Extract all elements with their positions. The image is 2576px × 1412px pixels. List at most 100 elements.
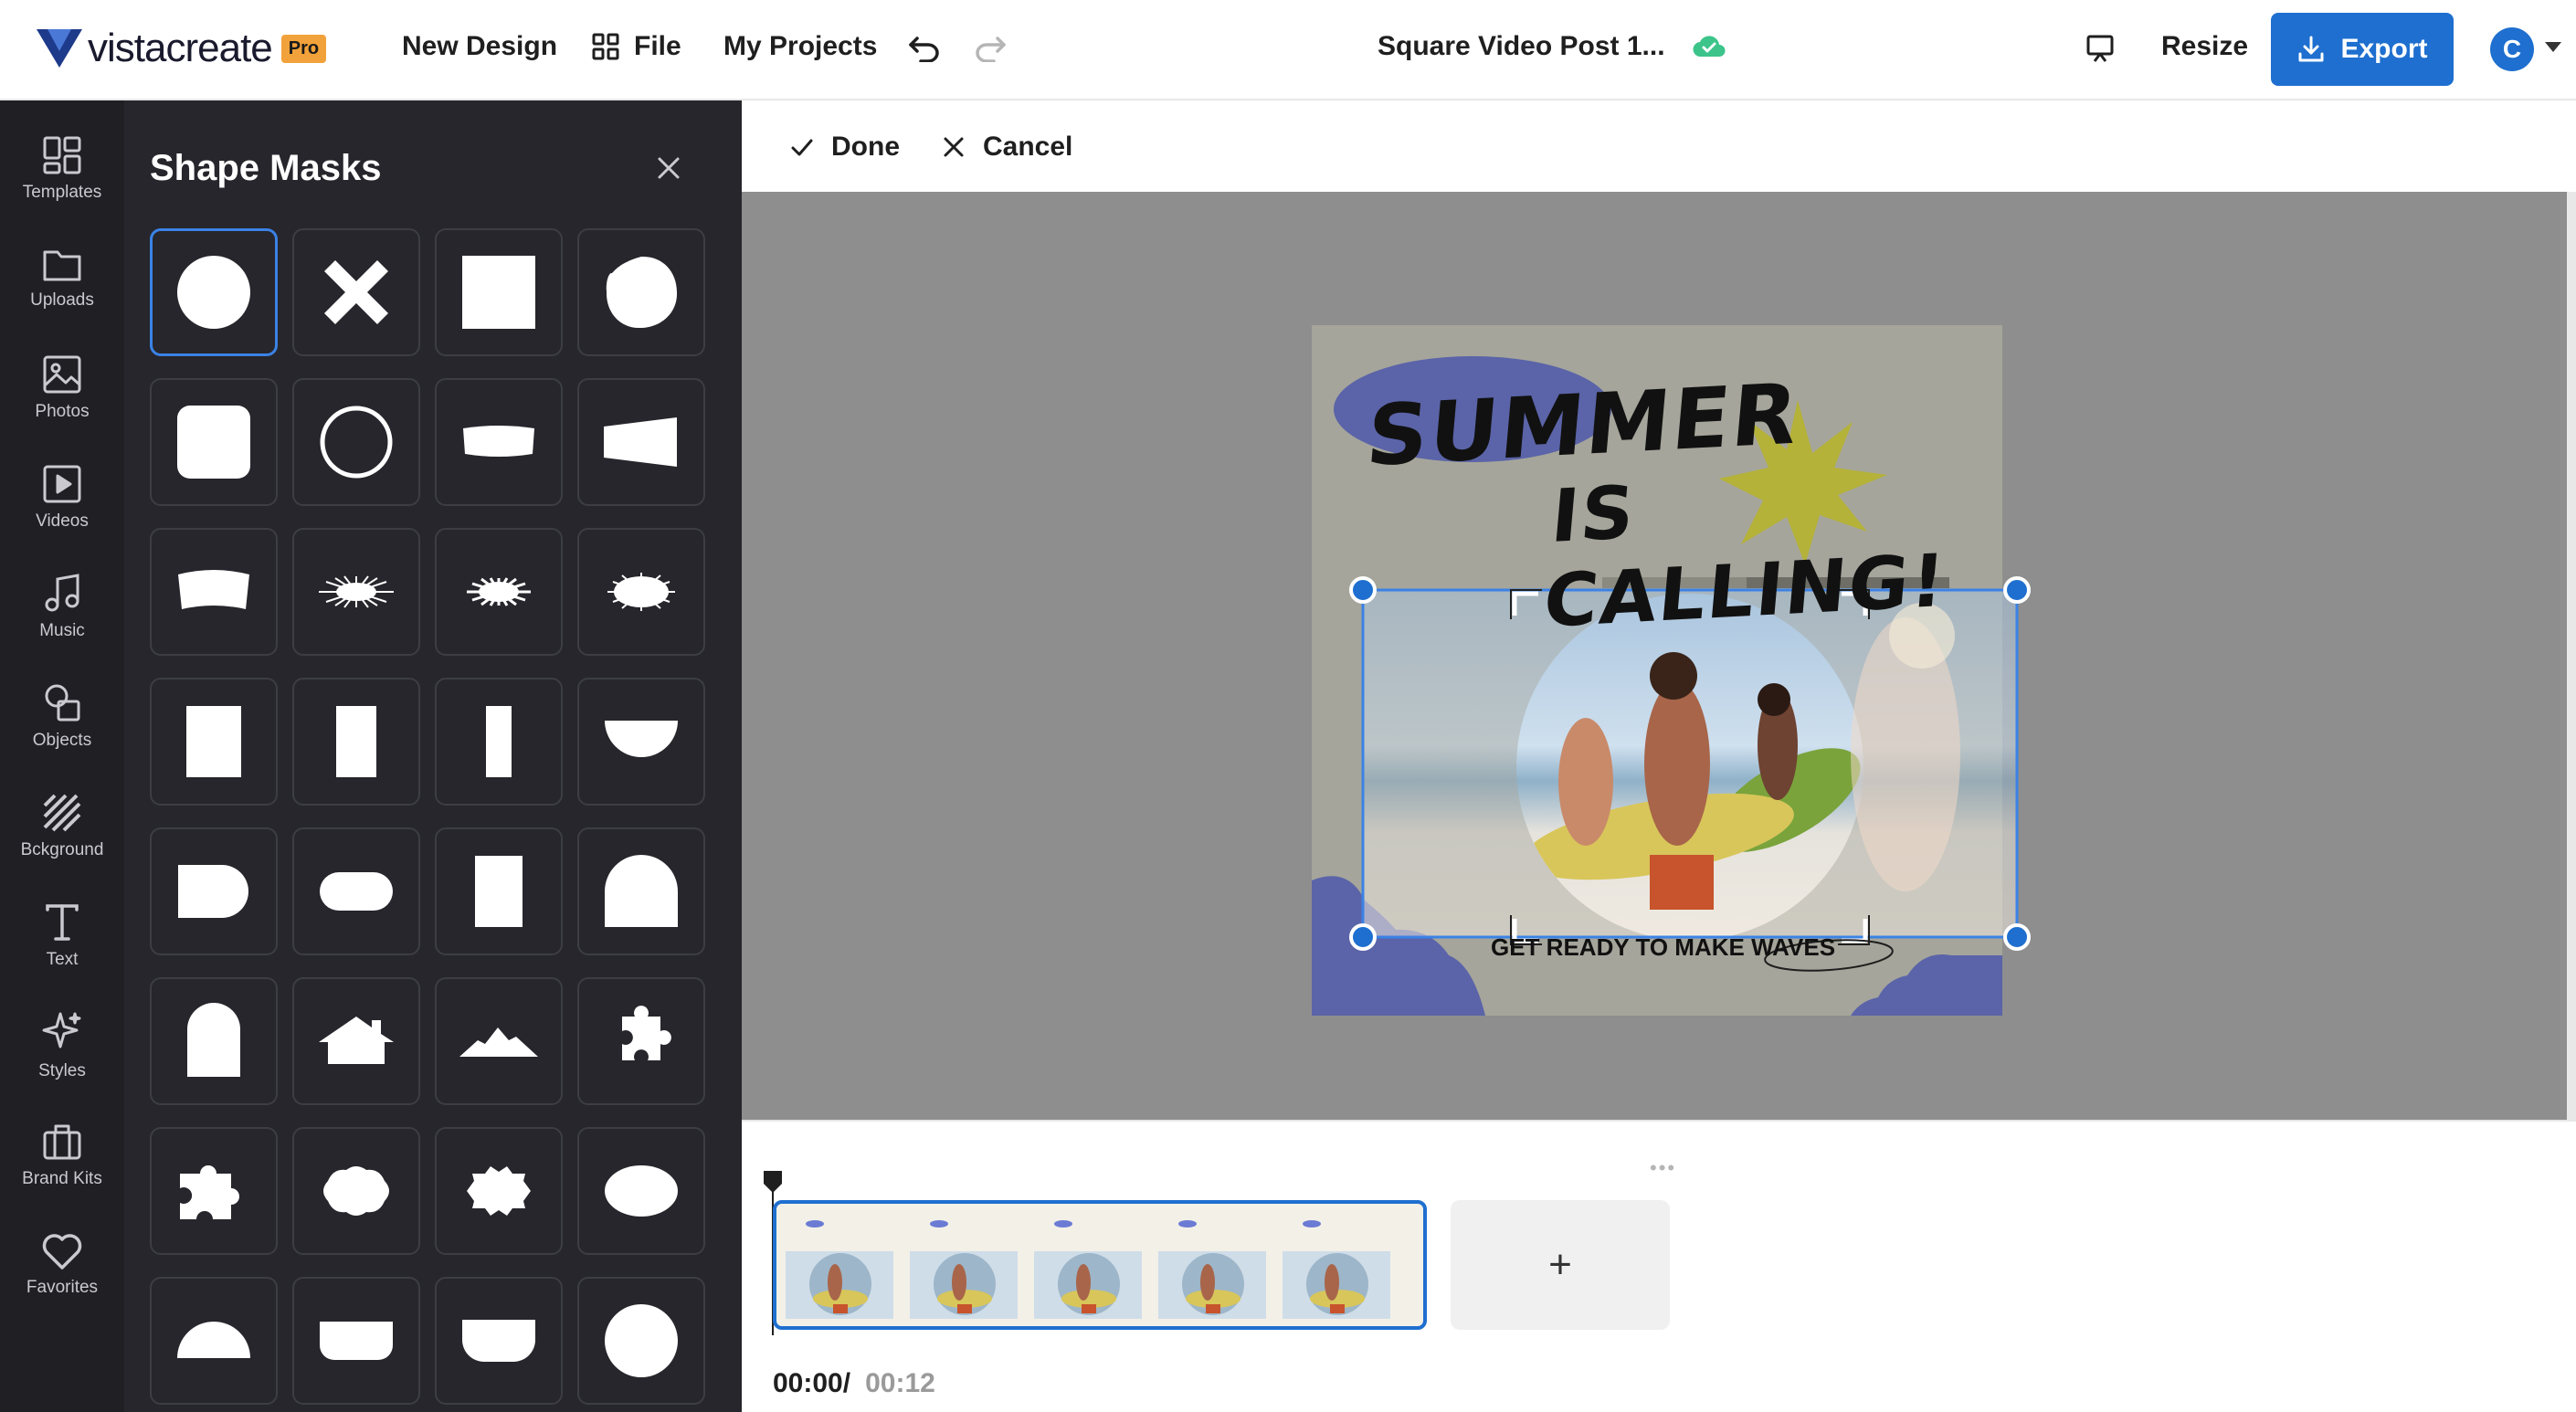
rounded-square-mask-icon [177,406,250,479]
rail-item-favorites[interactable]: Favorites [0,1215,124,1315]
rail-item-background[interactable]: Bckground [0,776,124,877]
mask-tile-starburst[interactable] [435,528,563,656]
mask-tile-oval[interactable] [577,1127,705,1255]
mask-tile-arch[interactable] [577,827,705,955]
brand-logo[interactable]: vistacreate Pro [37,26,327,71]
cup-mask-icon [462,1320,535,1362]
rail-item-text[interactable]: Text [0,886,124,986]
mask-tile-scalloped-oval[interactable] [292,1127,420,1255]
rail-item-brand-kits[interactable]: Brand Kits [0,1105,124,1206]
cancel-label: Cancel [983,132,1073,162]
sparkle-icon [42,1012,81,1048]
cancel-button[interactable]: Cancel [941,132,1072,163]
present-icon [2086,35,2114,62]
mask-tile-starburst-thin[interactable] [292,528,420,656]
design-canvas[interactable]: SUMMER IS CALLING! GET READY TO MAKE WAV… [1312,325,2031,1016]
mask-tile-rectangle-wide[interactable] [150,678,278,806]
mask-tile-puzzle-piece-2[interactable] [150,1127,278,1255]
heart-icon [42,1234,82,1270]
mask-tile-badge-oval[interactable] [435,1127,563,1255]
video-icon [43,465,81,503]
templates-icon [43,136,81,174]
mask-tile-circle-2[interactable] [577,1277,705,1405]
tagline-text[interactable]: GET READY TO MAKE WAVES [1491,933,1835,962]
mask-tile-curved-banner[interactable] [150,528,278,656]
stage-scrollbar[interactable] [2567,192,2576,1120]
clip-thumbnails [780,1204,1398,1326]
mask-tile-trapezoid[interactable] [577,378,705,506]
mask-tile-rectangle-thin[interactable] [435,678,563,806]
mask-tile-blob-circle[interactable] [577,228,705,356]
starburst-mask-icon [467,577,531,606]
mask-tile-rounded-bottom[interactable] [292,1277,420,1405]
document-title[interactable]: Square Video Post 1... [1378,31,1726,62]
left-rail: Templates Uploads Photos Videos Music Ob… [0,100,124,1412]
add-clip-button[interactable]: + [1451,1200,1670,1330]
redo-button[interactable] [974,35,1007,62]
undo-icon [909,37,939,62]
mask-tile-puzzle-piece[interactable] [577,977,705,1105]
my-projects-label: My Projects [723,31,878,61]
mask-edit-bar: Done Cancel [742,100,2576,192]
close-icon[interactable] [652,152,685,184]
export-button[interactable]: Export [2271,13,2454,86]
undo-button[interactable] [908,35,941,62]
circle-mask-icon [177,256,250,329]
video-clip[interactable] [773,1200,1427,1330]
rectangle-wide-mask-icon [186,706,241,777]
panel-title: Shape Masks [150,148,382,188]
mask-tile-starburst-oval[interactable] [577,528,705,656]
resize-button[interactable]: Resize [2161,31,2248,62]
mask-tile-rectangle-tall[interactable] [435,827,563,955]
mask-tile-cross[interactable] [292,228,420,356]
timeline-panel: ••• + 00:00/00:12 [742,1120,2576,1412]
rectangle-medium-mask-icon [336,706,376,777]
rail-item-uploads[interactable]: Uploads [0,228,124,329]
mask-tile-half-circle-top[interactable] [150,1277,278,1405]
mask-tile-rounded-square[interactable] [150,378,278,506]
my-projects-button[interactable]: My Projects [723,31,877,62]
half-circle-bottom-mask-icon [605,721,678,757]
mask-tile-d-shape[interactable] [150,827,278,955]
export-label: Export [2340,34,2428,64]
headline-is-calling[interactable]: IS CALLING! [1540,450,2011,644]
user-avatar[interactable]: C [2490,27,2534,71]
mask-tile-half-circle-bottom[interactable] [577,678,705,806]
rectangle-tall-mask-icon [475,856,523,927]
briefcase-icon [43,1124,81,1160]
rail-item-music[interactable]: Music [0,557,124,658]
curved-banner-mask-icon [178,570,249,609]
new-design-button[interactable]: New Design [402,31,557,62]
resize-label: Resize [2161,31,2249,61]
rail-item-templates[interactable]: Templates [0,119,124,219]
vistacreate-logo-icon [37,29,82,68]
mask-tile-house[interactable] [292,977,420,1105]
file-menu-button[interactable]: File [592,31,681,62]
rail-item-objects[interactable]: Objects [0,667,124,767]
puzzle-piece-2-mask-icon [180,1165,239,1219]
starburst-oval-mask-icon [607,573,675,611]
resize-handle-icon[interactable]: ••• [1650,1156,1676,1180]
rail-item-photos[interactable]: Photos [0,338,124,438]
design-stage: SUMMER IS CALLING! GET READY TO MAKE WAV… [742,192,2567,1120]
time-display: 00:00/00:12 [773,1368,935,1399]
rail-item-styles[interactable]: Styles [0,996,124,1096]
mask-tile-circle[interactable] [150,228,278,356]
background-icon [43,794,81,832]
mask-tile-ring[interactable] [292,378,420,506]
mask-tile-wavy-banner[interactable] [435,378,563,506]
mask-tile-rectangle-medium[interactable] [292,678,420,806]
done-button[interactable]: Done [789,132,900,163]
mask-tile-pill[interactable] [292,827,420,955]
download-icon [2298,36,2324,62]
mask-tile-cup[interactable] [435,1277,563,1405]
account-dropdown-icon[interactable] [2545,42,2561,52]
mask-tile-mountains[interactable] [435,977,563,1105]
trapezoid-mask-icon [604,417,677,467]
mask-tile-square[interactable] [435,228,563,356]
photo-icon [43,355,81,394]
pro-badge: Pro [280,34,327,63]
rail-item-videos[interactable]: Videos [0,448,124,548]
present-button[interactable] [2085,33,2116,64]
mask-tile-arch-tall[interactable] [150,977,278,1105]
